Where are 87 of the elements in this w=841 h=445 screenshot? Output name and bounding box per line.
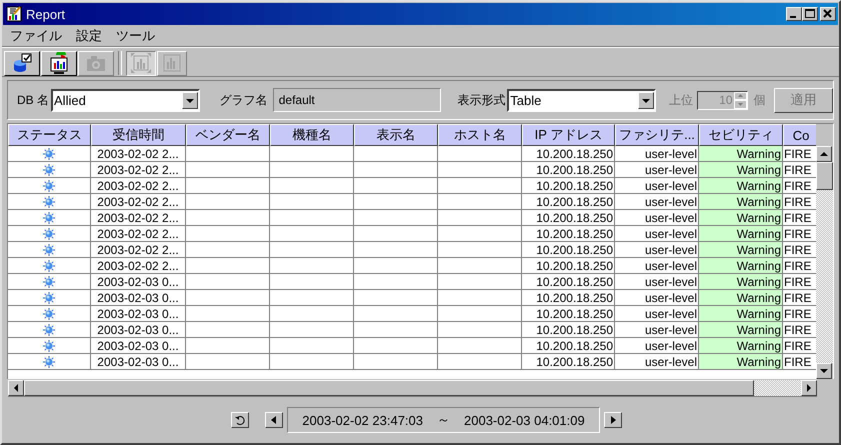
column-header[interactable]: ベンダー名 xyxy=(186,124,270,146)
received-time-cell: 2003-02-02 2... xyxy=(91,162,186,178)
dropdown-arrow-icon[interactable] xyxy=(182,92,198,108)
bar-chart-icon xyxy=(161,52,183,74)
scroll-right-button[interactable] xyxy=(801,380,817,396)
range-start: 2003-02-02 23:47:03 xyxy=(302,412,423,428)
received-time-cell: 2003-02-02 2... xyxy=(91,178,186,194)
severity-cell: Warning xyxy=(699,274,783,290)
severity-cell: Warning xyxy=(699,210,783,226)
ip-address-cell: 10.200.18.250 xyxy=(522,242,615,258)
severity-cell: Warning xyxy=(699,290,783,306)
column-header[interactable]: ステータス xyxy=(8,124,91,146)
display-format-label: 表示形式 xyxy=(457,92,506,108)
chart-monitor-icon xyxy=(48,52,70,74)
received-time-cell: 2003-02-02 2... xyxy=(91,226,186,242)
column-header[interactable]: ホスト名 xyxy=(438,124,522,146)
severity-cell: Warning xyxy=(699,322,783,338)
column-header[interactable]: ファシリテ... xyxy=(615,124,699,146)
received-time-cell: 2003-02-02 2... xyxy=(91,210,186,226)
close-button[interactable] xyxy=(820,7,836,21)
menu-item[interactable]: ファイル xyxy=(10,27,62,45)
ip-address-cell: 10.200.18.250 xyxy=(522,194,615,210)
severity-cell: Warning xyxy=(699,194,783,210)
ip-address-cell: 10.200.18.250 xyxy=(522,322,615,338)
received-time-cell: 2003-02-02 2... xyxy=(91,242,186,258)
severity-cell: Warning xyxy=(699,178,783,194)
scroll-up-button[interactable] xyxy=(816,146,832,162)
severity-cell: Warning xyxy=(699,242,783,258)
ip-address-cell: 10.200.18.250 xyxy=(522,258,615,274)
previous-button[interactable] xyxy=(265,412,284,428)
graph-name-field: default xyxy=(272,88,442,112)
range-end: 2003-02-03 04:01:09 xyxy=(464,412,585,428)
top-label: 上位 xyxy=(668,92,693,108)
ip-address-cell: 10.200.18.250 xyxy=(522,162,615,178)
severity-cell: Warning xyxy=(699,258,783,274)
report-app-icon xyxy=(6,6,22,22)
column-header[interactable]: 表示名 xyxy=(354,124,438,146)
reset-button[interactable] xyxy=(231,412,250,428)
chart-expand-icon xyxy=(130,52,152,74)
severity-cell: Warning xyxy=(699,306,783,322)
display-format-dropdown[interactable]: Table xyxy=(507,88,656,112)
severity-cell: Warning xyxy=(699,354,783,370)
scroll-thumb[interactable] xyxy=(816,162,833,190)
severity-cell: Warning xyxy=(699,162,783,178)
scroll-left-button[interactable] xyxy=(8,380,24,396)
db-name-label: DB 名 xyxy=(17,92,50,108)
received-time-cell: 2003-02-03 0... xyxy=(91,338,186,354)
menu-item[interactable]: 設定 xyxy=(76,27,102,45)
received-time-cell: 2003-02-02 2... xyxy=(91,194,186,210)
unit-label: 個 xyxy=(754,92,766,108)
received-time-cell: 2003-02-03 0... xyxy=(91,274,186,290)
ip-address-cell: 10.200.18.250 xyxy=(522,178,615,194)
severity-cell: Warning xyxy=(699,338,783,354)
range-separator: ～ xyxy=(437,411,450,429)
received-time-cell: 2003-02-02 2... xyxy=(91,146,186,162)
scroll-thumb[interactable] xyxy=(24,380,754,396)
column-header[interactable]: IP アドレス xyxy=(522,124,615,146)
ip-address-cell: 10.200.18.250 xyxy=(522,354,615,370)
ip-address-cell: 10.200.18.250 xyxy=(522,226,615,242)
ip-address-cell: 10.200.18.250 xyxy=(522,338,615,354)
received-time-cell: 2003-02-03 0... xyxy=(91,290,186,306)
minimize-button[interactable] xyxy=(786,7,802,21)
column-header[interactable]: 受信時間 xyxy=(91,124,186,146)
ip-address-cell: 10.200.18.250 xyxy=(522,290,615,306)
ip-address-cell: 10.200.18.250 xyxy=(522,146,615,162)
received-time-cell: 2003-02-03 0... xyxy=(91,354,186,370)
received-time-cell: 2003-02-03 0... xyxy=(91,306,186,322)
column-header[interactable]: 機種名 xyxy=(270,124,354,146)
maximize-button[interactable] xyxy=(802,7,818,21)
db-name-dropdown[interactable]: Allied xyxy=(51,88,200,112)
ip-address-cell: 10.200.18.250 xyxy=(522,306,615,322)
received-time-cell: 2003-02-03 0... xyxy=(91,322,186,338)
scroll-down-button[interactable] xyxy=(816,363,832,379)
horizontal-scrollbar[interactable] xyxy=(8,379,817,397)
received-time-cell: 2003-02-02 2... xyxy=(91,258,186,274)
ip-address-cell: 10.200.18.250 xyxy=(522,274,615,290)
menu-item[interactable]: ツール xyxy=(116,27,155,45)
column-header[interactable]: セビリティ xyxy=(699,124,783,146)
database-check-icon xyxy=(11,52,33,74)
ip-address-cell: 10.200.18.250 xyxy=(522,210,615,226)
dropdown-arrow-icon[interactable] xyxy=(638,92,654,108)
severity-cell: Warning xyxy=(699,226,783,242)
window-title: Report xyxy=(26,6,66,22)
next-button[interactable] xyxy=(604,412,622,428)
column-header[interactable]: Co xyxy=(783,124,816,146)
severity-cell: Warning xyxy=(699,146,783,162)
graph-name-label: グラフ名 xyxy=(220,92,268,108)
